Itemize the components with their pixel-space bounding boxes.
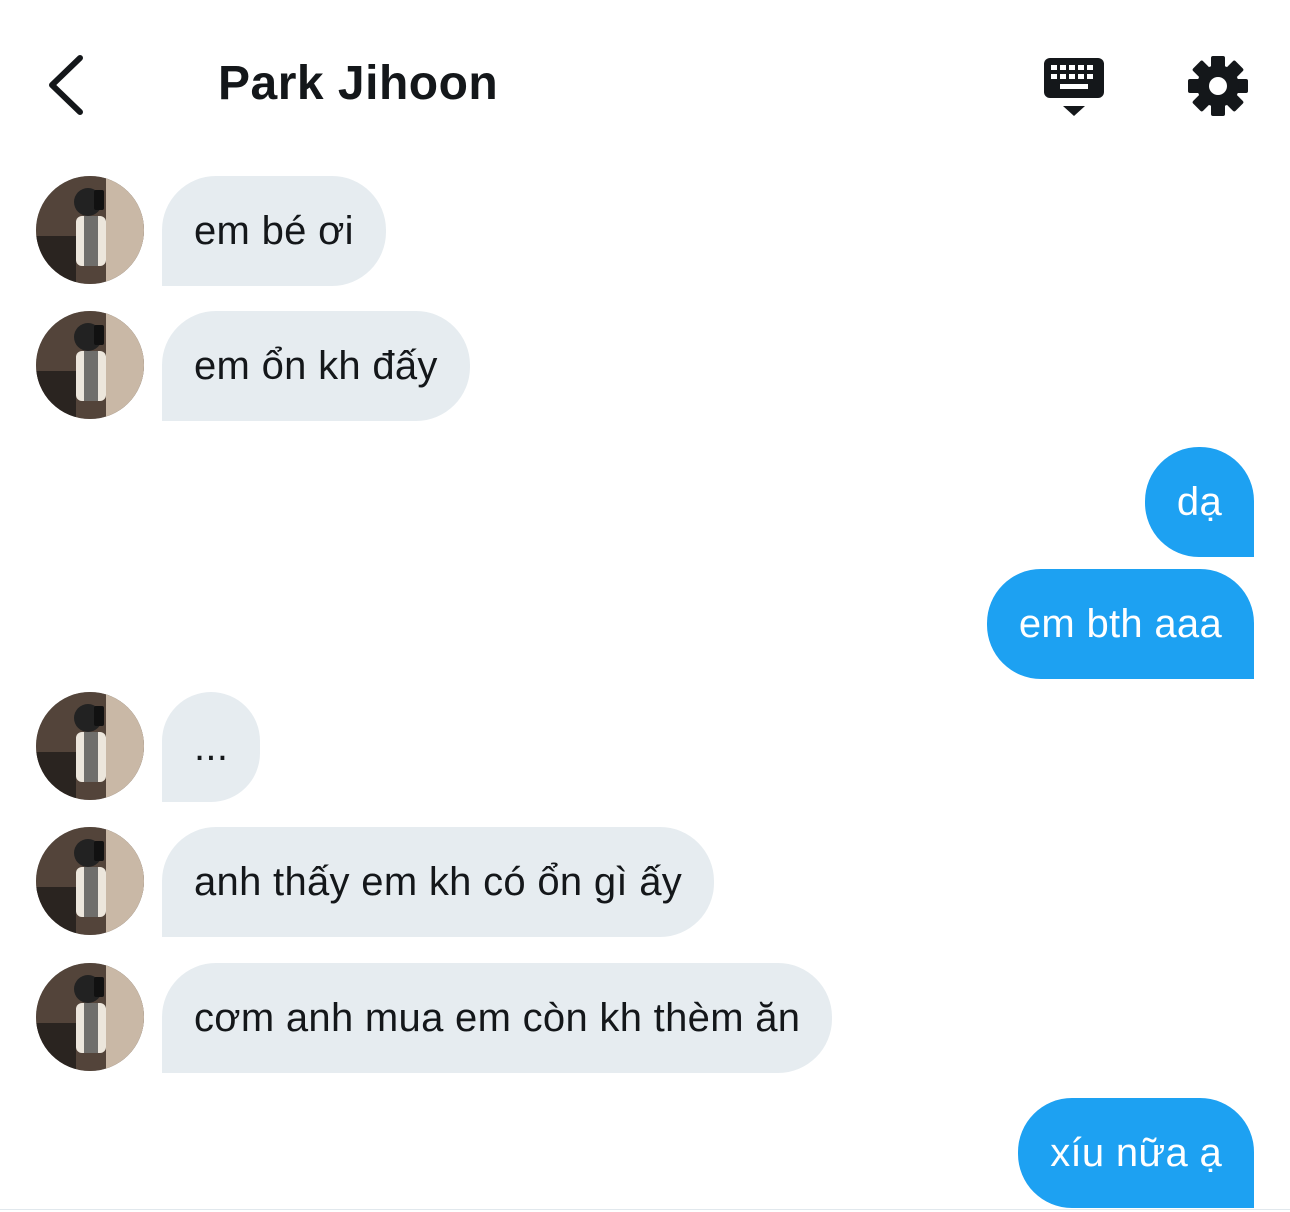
divider [0,1209,1290,1210]
message-row-outgoing: xíu nữa ạ [0,1098,1290,1208]
settings-button[interactable] [1184,52,1252,120]
chevron-left-icon [49,55,83,115]
message-row-outgoing: em bth aaa [0,569,1290,679]
message-bubble-outgoing[interactable]: dạ [1144,447,1254,557]
message-bubble-incoming[interactable]: cơm anh mua em còn kh thèm ăn [162,963,833,1073]
back-button[interactable] [38,50,98,120]
keyboard-icon [1044,58,1104,116]
avatar-photo [36,176,144,284]
message-row-outgoing: dạ [0,447,1290,557]
avatar[interactable] [36,963,144,1071]
avatar[interactable] [36,311,144,419]
message-row-incoming: anh thấy em kh có ổn gì ấy [0,827,1290,937]
avatar[interactable] [36,827,144,935]
message-bubble-incoming[interactable]: em bé ơi [162,176,386,286]
chat-header: Park Jihoon [0,0,1290,170]
message-row-incoming: cơm anh mua em còn kh thèm ăn [0,963,1290,1073]
message-row-incoming: em ổn kh đấy [0,311,1290,421]
avatar[interactable] [36,692,144,800]
message-row-incoming: em bé ơi [0,176,1290,286]
avatar-photo [36,827,144,935]
gear-icon [1188,56,1248,116]
avatar-photo [36,311,144,419]
avatar-photo [36,963,144,1071]
message-bubble-outgoing[interactable]: xíu nữa ạ [1018,1098,1254,1208]
message-bubble-incoming[interactable]: anh thấy em kh có ổn gì ấy [162,827,715,937]
message-bubble-incoming[interactable]: em ổn kh đấy [162,311,470,421]
conversation-title: Park Jihoon [218,57,499,110]
message-bubble-incoming[interactable]: ... [162,692,261,802]
avatar[interactable] [36,176,144,284]
avatar-photo [36,692,144,800]
message-row-incoming: ... [0,692,1290,802]
keyboard-button[interactable] [1040,52,1108,120]
message-bubble-outgoing[interactable]: em bth aaa [986,569,1254,679]
